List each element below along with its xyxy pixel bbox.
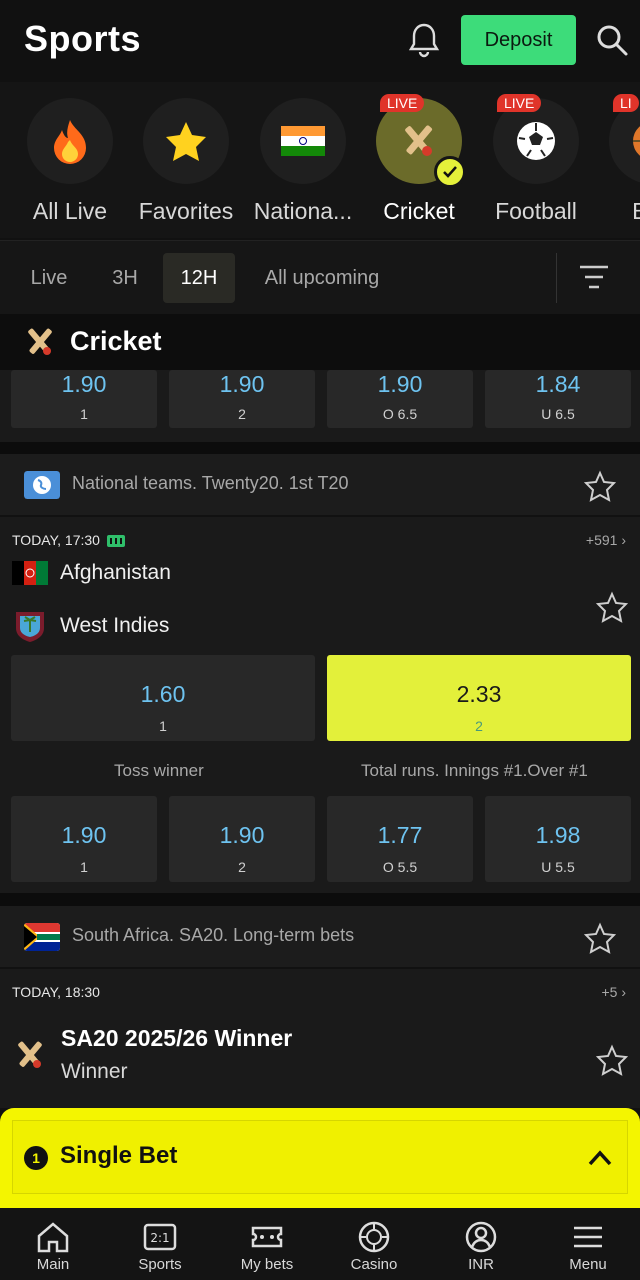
user-icon <box>465 1221 497 1253</box>
more-markets-link[interactable]: +5 › <box>601 984 626 1000</box>
cricket-icon <box>18 1041 42 1068</box>
category-label: Cricket <box>383 198 455 224</box>
basketball-icon <box>633 126 640 156</box>
bet-count-badge: 1 <box>24 1146 48 1170</box>
category-cricket[interactable]: LIVE Cricket <box>359 94 479 225</box>
sport-category-carousel: All Live Favorites Nationa... LIVE Crick… <box>0 82 640 238</box>
bet-slip-bar[interactable]: 1 Single Bet <box>0 1108 640 1208</box>
svg-text:2:1: 2:1 <box>150 1231 169 1245</box>
team-row: Afghanistan <box>12 561 171 585</box>
odds-button[interactable]: 1.77 O 5.5 <box>327 796 473 882</box>
time-filter-bar: Live 3H 12H All upcoming <box>0 240 640 314</box>
filter-12h[interactable]: 12H <box>163 253 235 303</box>
bottom-nav: Main 2:1 Sports My bets Casino INR Menu <box>0 1208 640 1280</box>
odds-button[interactable]: 1.60 1 <box>11 655 315 741</box>
selected-check-icon <box>434 156 466 188</box>
star-icon <box>166 122 206 161</box>
category-label: Bas <box>632 198 640 224</box>
league-header[interactable]: South Africa. SA20. Long-term bets <box>0 906 640 968</box>
filter-all-upcoming[interactable]: All upcoming <box>248 253 396 303</box>
casino-chip-icon <box>358 1221 390 1253</box>
category-national[interactable]: Nationa... <box>243 98 363 225</box>
partial-odds-row: 1.90 1 1.90 2 1.90 O 6.5 1.84 U 6.5 <box>0 370 640 442</box>
event-time: TODAY, 18:30 <box>12 984 100 1000</box>
odds-button[interactable]: 1.90 O 6.5 <box>327 370 473 428</box>
stats-icon <box>106 535 125 548</box>
live-badge: LIVE <box>380 94 425 112</box>
team-row: West Indies <box>12 608 169 644</box>
category-all-live[interactable]: All Live <box>10 98 130 225</box>
fire-icon <box>54 120 86 164</box>
cricket-icon <box>28 328 52 355</box>
sort-filter-icon[interactable] <box>578 263 610 291</box>
event-time: TODAY, 17:30 <box>12 532 126 548</box>
category-favorites[interactable]: Favorites <box>126 98 246 225</box>
category-label: Football <box>495 198 577 224</box>
favorite-star-icon[interactable] <box>596 1044 628 1076</box>
submarket-title: Toss winner <box>114 761 204 780</box>
team-name: West Indies <box>60 614 170 637</box>
afghanistan-flag-icon <box>12 561 48 585</box>
page-title: Sports <box>24 18 142 59</box>
divider <box>0 893 640 906</box>
event-title[interactable]: SA20 2025/26 Winner <box>61 1025 292 1052</box>
odds-button[interactable]: 1.90 1 <box>11 796 157 882</box>
event-card: TODAY, 18:30 +5 › SA20 2025/26 Winner Wi… <box>0 969 640 1108</box>
filter-3h[interactable]: 3H <box>98 253 152 303</box>
india-flag-icon <box>281 126 325 156</box>
category-label: Nationa... <box>253 198 353 224</box>
league-name: National teams. Twenty20. 1st T20 <box>72 473 349 493</box>
favorite-star-icon[interactable] <box>584 922 616 954</box>
nav-main[interactable]: Main <box>0 1208 106 1280</box>
live-badge: LI <box>613 94 639 112</box>
football-icon <box>517 122 555 160</box>
odds-button[interactable]: 1.98 U 5.5 <box>485 796 631 882</box>
event-card: TODAY, 17:30 +591 › Afghanistan West Ind… <box>0 517 640 893</box>
south-africa-flag-icon <box>24 923 60 951</box>
home-icon <box>37 1222 69 1253</box>
team-name: Afghanistan <box>60 561 171 584</box>
odds-button-selected[interactable]: 2.33 2 <box>327 655 631 741</box>
odds-button[interactable]: 1.90 2 <box>169 370 315 428</box>
sports-icon: 2:1 <box>143 1223 177 1251</box>
bet-slip-title: Single Bet <box>60 1142 178 1169</box>
filter-live[interactable]: Live <box>18 253 80 303</box>
category-label: Favorites <box>138 198 234 224</box>
live-badge: LIVE <box>497 94 542 112</box>
menu-icon <box>574 1226 602 1248</box>
category-basketball[interactable]: LI Bas <box>592 94 640 225</box>
category-label: All Live <box>32 198 108 224</box>
category-football[interactable]: LIVE Football <box>476 94 596 225</box>
more-markets-link[interactable]: +591 › <box>586 532 626 548</box>
deposit-button[interactable]: Deposit <box>461 15 576 65</box>
odds-button[interactable]: 1.90 1 <box>11 370 157 428</box>
section-title: Cricket <box>70 326 162 356</box>
favorite-star-icon[interactable] <box>596 591 628 623</box>
ticket-icon <box>251 1226 283 1248</box>
sport-section-header: Cricket <box>0 314 640 370</box>
odds-button[interactable]: 1.84 U 6.5 <box>485 370 631 428</box>
bell-icon[interactable] <box>404 20 444 60</box>
nav-casino[interactable]: Casino <box>321 1208 427 1280</box>
nav-menu[interactable]: Menu <box>535 1208 640 1280</box>
nav-my-bets[interactable]: My bets <box>214 1208 320 1280</box>
nav-account[interactable]: INR <box>428 1208 534 1280</box>
odds-button[interactable]: 1.90 2 <box>169 796 315 882</box>
chevron-up-icon[interactable] <box>586 1146 614 1170</box>
league-header[interactable]: National teams. Twenty20. 1st T20 <box>0 454 640 516</box>
league-name: South Africa. SA20. Long-term bets <box>72 925 355 945</box>
submarket-title: Total runs. Innings #1.Over #1 <box>361 761 588 780</box>
divider <box>556 253 557 303</box>
nav-sports[interactable]: 2:1 Sports <box>107 1208 213 1280</box>
cricket-icon <box>405 125 433 156</box>
west-indies-crest-icon <box>16 612 44 642</box>
globe-icon <box>24 471 60 499</box>
app-header: Sports Deposit <box>0 0 640 80</box>
event-subtitle: Winner <box>61 1060 128 1083</box>
divider <box>0 442 640 454</box>
favorite-star-icon[interactable] <box>584 470 616 502</box>
search-icon[interactable] <box>594 22 630 58</box>
